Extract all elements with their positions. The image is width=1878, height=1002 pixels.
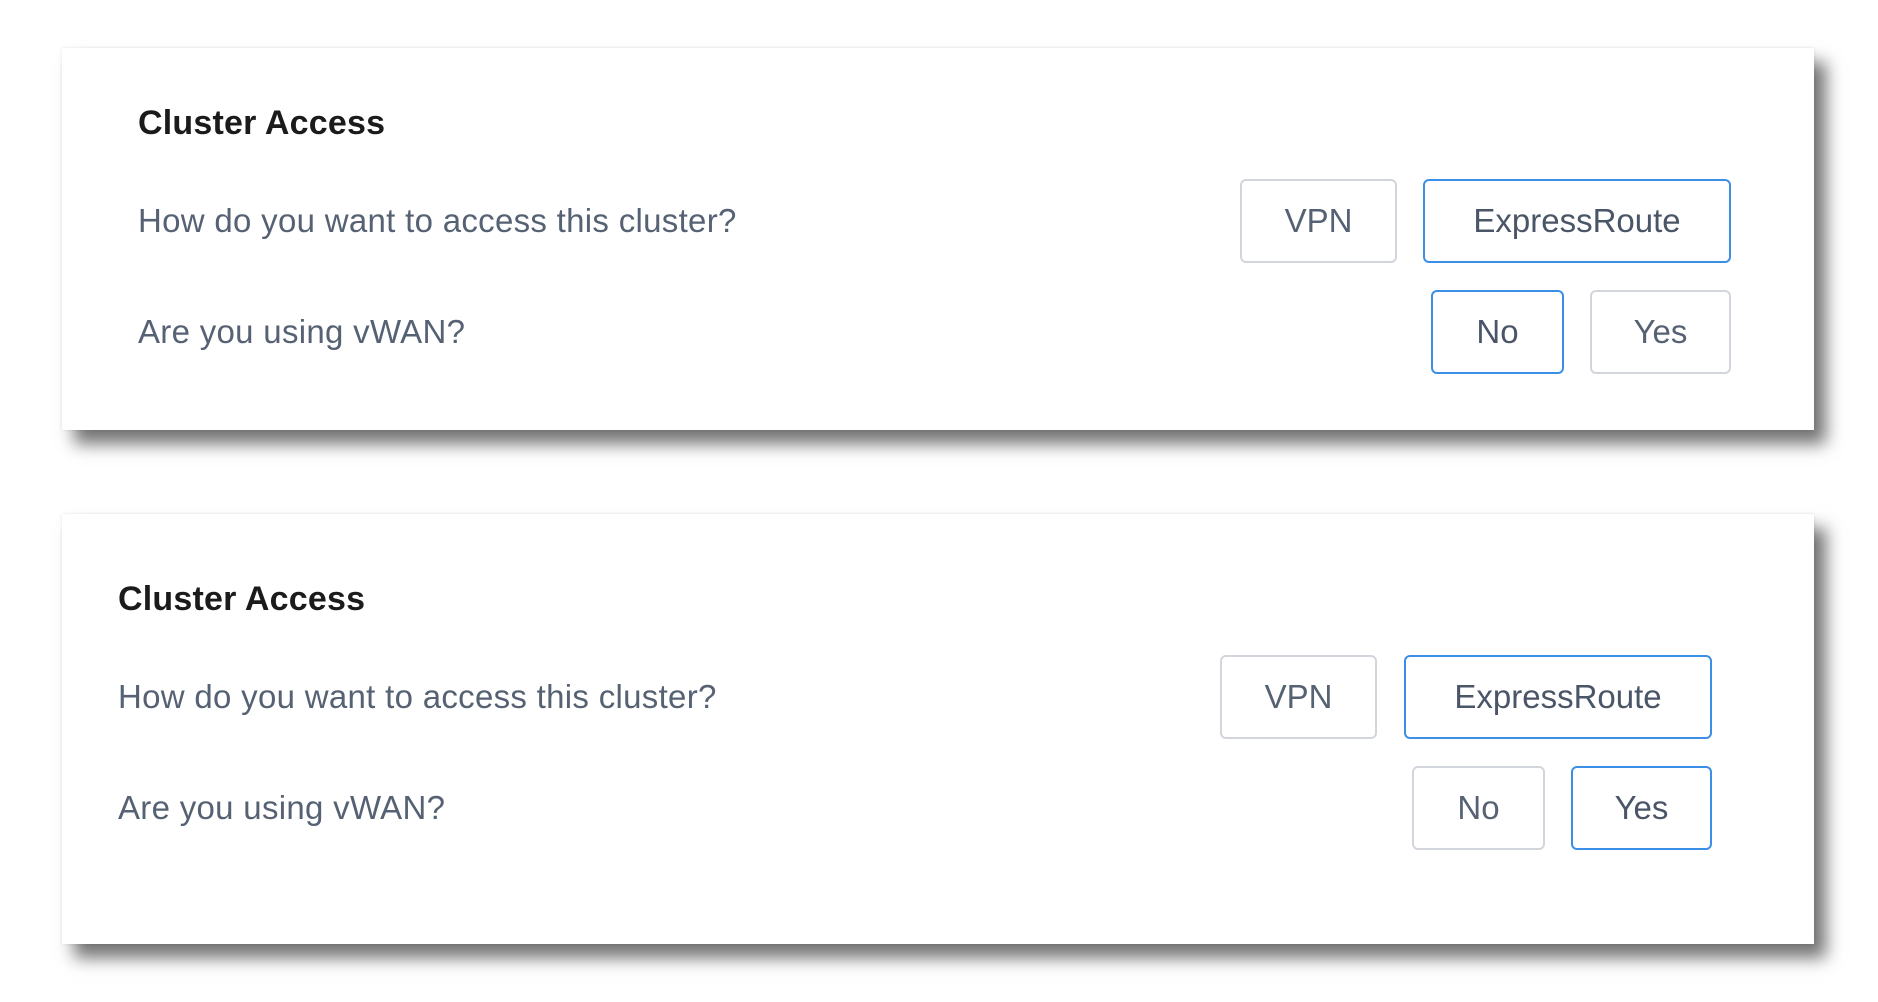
panel-title: Cluster Access	[118, 580, 366, 618]
panel-title: Cluster Access	[138, 104, 386, 142]
access-question-label: How do you want to access this cluster?	[138, 202, 737, 239]
vwan-no-button[interactable]: No	[1431, 290, 1564, 374]
vwan-question-label: Are you using vWAN?	[138, 313, 466, 350]
expressroute-option-button[interactable]: ExpressRoute	[1404, 655, 1712, 739]
expressroute-option-button[interactable]: ExpressRoute	[1423, 179, 1731, 263]
access-question-label: How do you want to access this cluster?	[118, 678, 717, 715]
vwan-yes-button[interactable]: Yes	[1571, 766, 1712, 850]
screenshot-stage: Cluster Access How do you want to access…	[0, 0, 1878, 1002]
vwan-question-label: Are you using vWAN?	[118, 789, 446, 826]
cluster-access-panel-2: Cluster Access How do you want to access…	[62, 514, 1814, 944]
vwan-yes-button[interactable]: Yes	[1590, 290, 1731, 374]
vwan-no-button[interactable]: No	[1412, 766, 1545, 850]
vpn-option-button[interactable]: VPN	[1240, 179, 1397, 263]
vpn-option-button[interactable]: VPN	[1220, 655, 1377, 739]
cluster-access-panel-1: Cluster Access How do you want to access…	[62, 48, 1814, 430]
